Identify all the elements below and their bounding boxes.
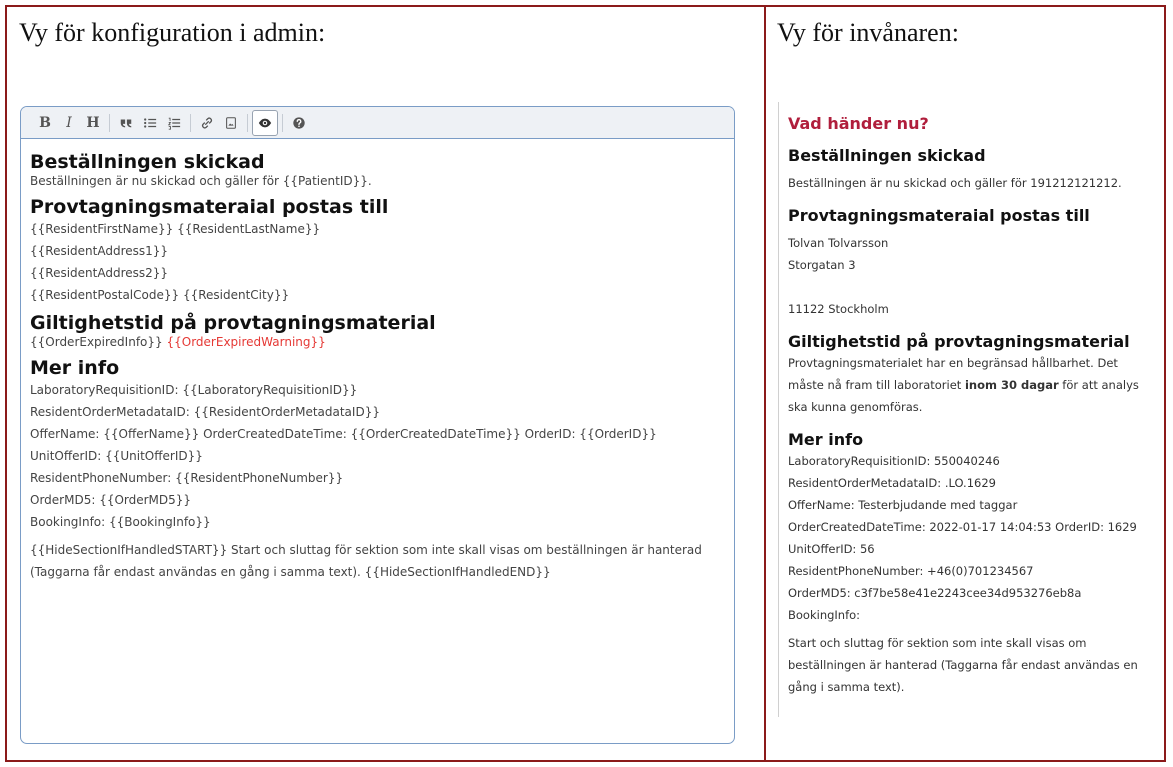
info-line: LaboratoryRequisitionID: {{LaboratoryReq… — [30, 383, 358, 397]
section-heading: Giltighetstid på provtagningsmaterial — [30, 312, 436, 334]
info-line: OrderMD5: {{OrderMD5}} — [30, 493, 192, 507]
hide-section-line: {{HideSectionIfHandledSTART}} Start och … — [30, 543, 702, 557]
heading-button[interactable]: H — [81, 111, 105, 135]
markdown-editor: B I H Beställningen skickad Beställninge… — [20, 106, 735, 744]
section-heading: Provtagningsmateraial postas till — [30, 196, 389, 218]
info-line: OfferName: {{OfferName}} OrderCreatedDat… — [30, 427, 657, 441]
info-line: OrderCreatedDateTime: 2022-01-17 14:04:5… — [788, 520, 1137, 534]
preview-eye-icon[interactable] — [252, 109, 278, 136]
toolbar-separator — [247, 113, 248, 132]
hide-section-line: beställningen är hanterad (Taggarna får … — [788, 658, 1138, 672]
bold-button[interactable]: B — [33, 111, 57, 135]
address-line: 11122 Stockholm — [788, 302, 889, 316]
toolbar-separator — [109, 113, 110, 132]
validity-line: ska kunna genomföras. — [788, 400, 923, 414]
help-icon[interactable] — [287, 111, 311, 135]
toolbar-separator — [282, 113, 283, 132]
section-heading: Provtagningsmateraial postas till — [788, 206, 1090, 225]
resident-preview: Vad händer nu? Beställningen skickad Bes… — [778, 102, 1156, 717]
expired-line: {{OrderExpiredInfo}} {{OrderExpiredWarni… — [30, 334, 725, 351]
address-line: {{ResidentPostalCode}} {{ResidentCity}} — [30, 288, 290, 302]
hide-section-line: gång i samma text). — [788, 680, 905, 694]
section-heading: Giltighetstid på provtagningsmaterial — [788, 332, 1130, 351]
paragraph: Beställningen är nu skickad och gäller f… — [788, 176, 1122, 190]
link-icon[interactable] — [195, 111, 219, 135]
section-heading: Beställningen skickad — [788, 146, 986, 165]
info-line: LaboratoryRequisitionID: 550040246 — [788, 454, 1000, 468]
toolbar-separator — [190, 113, 191, 132]
address-line: Storgatan 3 — [788, 258, 856, 272]
numbered-list-icon[interactable] — [162, 111, 186, 135]
info-line: BookingInfo: {{BookingInfo}} — [30, 515, 211, 529]
address-line: {{ResidentAddress2}} — [30, 266, 169, 280]
editor-toolbar: B I H — [21, 107, 734, 139]
info-line: OfferName: Testerbjudande med taggar — [788, 498, 1018, 512]
section-heading: Beställningen skickad — [30, 151, 265, 173]
image-icon[interactable] — [219, 111, 243, 135]
validity-line: måste nå fram till laboratoriet inom 30 … — [788, 378, 1139, 392]
address-line: {{ResidentFirstName}} {{ResidentLastName… — [30, 222, 321, 236]
info-line: ResidentPhoneNumber: {{ResidentPhoneNumb… — [30, 471, 344, 485]
bullet-list-icon[interactable] — [138, 111, 162, 135]
column-divider — [764, 7, 766, 760]
hide-section-line: (Taggarna får endast användas en gång i … — [30, 565, 551, 579]
info-line: BookingInfo: — [788, 608, 861, 622]
preview-title: Vad händer nu? — [788, 114, 929, 133]
editor-content[interactable]: Beställningen skickad Beställningen är n… — [21, 139, 734, 591]
expired-info-tag: {{OrderExpiredInfo}} — [30, 335, 163, 349]
validity-line: Provtagningsmaterialet har en begränsad … — [788, 356, 1118, 370]
hide-section-line: Start och sluttag för sektion som inte s… — [788, 636, 1087, 650]
info-line: UnitOfferID: {{UnitOfferID}} — [30, 449, 203, 463]
info-line: ResidentPhoneNumber: +46(0)701234567 — [788, 564, 1034, 578]
address-line: Tolvan Tolvarsson — [788, 236, 889, 250]
address-line: {{ResidentAddress1}} — [30, 244, 169, 258]
paragraph: Beställningen är nu skickad och gäller f… — [30, 174, 372, 188]
section-heading: Mer info — [788, 430, 864, 449]
expired-warning-tag: {{OrderExpiredWarning}} — [166, 335, 326, 349]
admin-view-heading: Vy för konfiguration i admin: — [19, 18, 326, 47]
info-line: OrderMD5: c3f7be58e41e2243cee34d953276eb… — [788, 586, 1082, 600]
info-line: ResidentOrderMetadataID: .LO.1629 — [788, 476, 996, 490]
italic-button[interactable]: I — [57, 111, 81, 135]
info-line: UnitOfferID: 56 — [788, 542, 875, 556]
info-line: ResidentOrderMetadataID: {{ResidentOrder… — [30, 405, 380, 419]
section-heading: Mer info — [30, 357, 120, 379]
resident-view-heading: Vy för invånaren: — [777, 18, 959, 47]
quote-icon[interactable] — [114, 111, 138, 135]
